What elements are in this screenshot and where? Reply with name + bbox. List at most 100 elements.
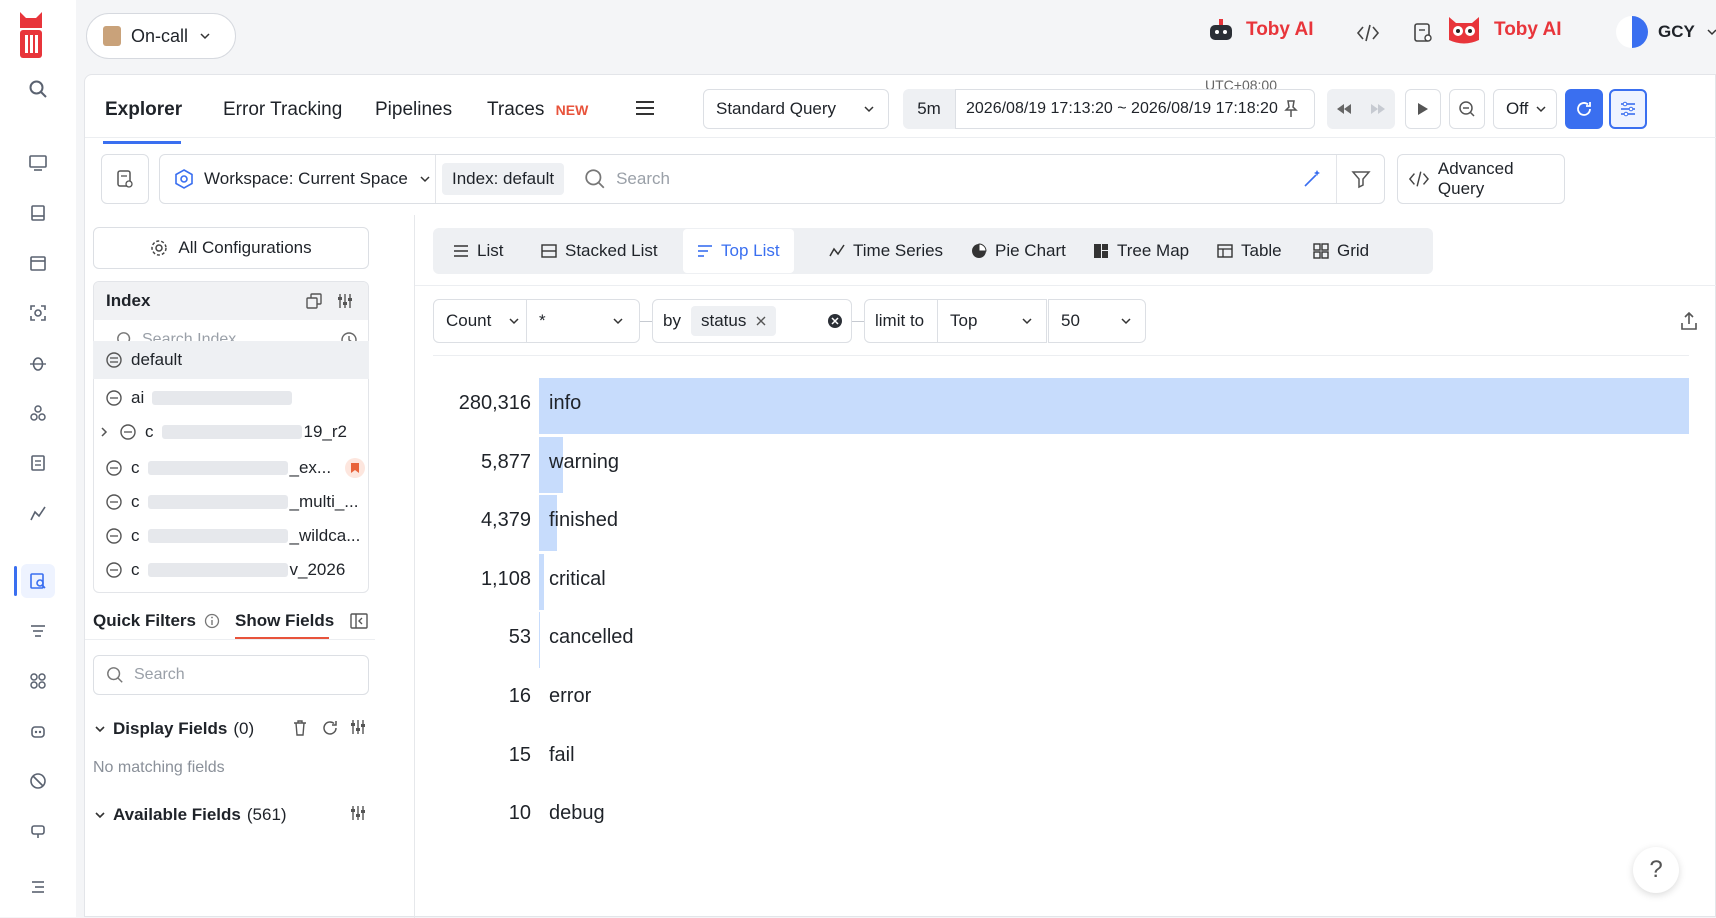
tab-traces[interactable]: Traces NEW: [487, 99, 588, 121]
index-item[interactable]: c19_r2: [93, 413, 369, 451]
time-preset[interactable]: 5m: [903, 89, 955, 129]
sliders-icon[interactable]: [336, 293, 354, 309]
book-icon[interactable]: [21, 196, 55, 230]
close-icon[interactable]: [756, 316, 766, 326]
index-item[interactable]: c_multi_...: [93, 483, 369, 521]
field-select[interactable]: *: [526, 299, 640, 343]
index-item[interactable]: ai: [93, 379, 369, 417]
integration-icon[interactable]: [21, 814, 55, 848]
cluster-icon[interactable]: [21, 396, 55, 430]
top-list-row[interactable]: 53cancelled: [433, 612, 1689, 668]
fast-forward-icon[interactable]: [1369, 102, 1387, 116]
all-configurations-button[interactable]: All Configurations: [93, 227, 369, 269]
calendar-icon[interactable]: [21, 246, 55, 280]
metrics-icon[interactable]: [21, 496, 55, 530]
top-list-row[interactable]: 1,108critical: [433, 554, 1689, 610]
sliders-icon[interactable]: [349, 719, 367, 735]
gear-icon: [150, 239, 168, 257]
aggregate-select[interactable]: Count: [433, 299, 527, 343]
filter-button[interactable]: [1336, 155, 1384, 203]
robot-icon[interactable]: [21, 714, 55, 748]
document-icon[interactable]: [21, 446, 55, 480]
available-fields-header[interactable]: Available Fields (561): [93, 805, 287, 825]
app-logo[interactable]: [16, 8, 46, 60]
redacted-text: [162, 425, 302, 439]
toby-ai-owl-button[interactable]: Toby AI: [1446, 14, 1562, 46]
top-list-row[interactable]: 16error: [433, 671, 1689, 727]
top-list-row[interactable]: 15fail: [433, 730, 1689, 786]
show-fields-tab[interactable]: Show Fields: [235, 611, 334, 631]
query-mode-select[interactable]: Standard Query: [703, 89, 889, 129]
tab-pipelines[interactable]: Pipelines: [375, 99, 452, 121]
user-menu[interactable]: GCY: [1616, 16, 1716, 48]
play-button[interactable]: [1405, 89, 1441, 129]
top-list-row[interactable]: 10debug: [433, 788, 1689, 844]
tab-explorer[interactable]: Explorer: [105, 99, 182, 121]
bookmark-icon[interactable]: [345, 458, 365, 478]
settings-button[interactable]: [1609, 89, 1647, 129]
index-item[interactable]: c_wildca...: [93, 517, 369, 555]
oncall-selector[interactable]: On-call: [86, 13, 236, 59]
chevron-right-icon[interactable]: [97, 425, 111, 439]
viz-tab-list[interactable]: List: [439, 229, 517, 273]
limit-value-select[interactable]: 50: [1048, 299, 1146, 343]
copy-icon[interactable]: [306, 293, 322, 309]
help-button[interactable]: ?: [1633, 847, 1679, 893]
workspace-select[interactable]: Workspace: Current Space: [160, 155, 436, 203]
auto-refresh-select[interactable]: Off: [1493, 89, 1557, 129]
sliders-icon[interactable]: [349, 805, 367, 821]
search-icon[interactable]: [21, 72, 55, 106]
filter-list-icon[interactable]: [21, 614, 55, 648]
index-chip[interactable]: Index: default: [442, 163, 564, 195]
collapse-panel-icon[interactable]: [349, 611, 369, 631]
code-icon[interactable]: [1356, 22, 1380, 44]
log-explorer-icon[interactable]: [21, 564, 55, 598]
viz-tab-stacked-list[interactable]: Stacked List: [527, 229, 672, 273]
export-icon[interactable]: [1679, 311, 1699, 331]
field-search-input[interactable]: Search: [93, 655, 369, 695]
scan-icon[interactable]: [21, 296, 55, 330]
advanced-query-button[interactable]: Advanced Query: [1397, 154, 1565, 204]
more-menu-icon[interactable]: [635, 99, 655, 117]
viz-tab-pie-chart[interactable]: Pie Chart: [957, 229, 1080, 273]
bug-icon[interactable]: [21, 346, 55, 380]
viz-tab-label: Grid: [1337, 241, 1369, 261]
magic-wand-icon[interactable]: [1302, 169, 1322, 189]
top-list-row[interactable]: 280,316info: [433, 378, 1689, 434]
toby-ai-button[interactable]: Toby AI: [1208, 18, 1314, 42]
notes-icon[interactable]: [1412, 22, 1434, 44]
trash-icon[interactable]: [291, 719, 309, 737]
dashboard-icon[interactable]: [21, 146, 55, 180]
apps-icon[interactable]: [21, 664, 55, 698]
index-item[interactable]: cv_2026: [93, 551, 369, 589]
viz-tab-grid[interactable]: Grid: [1299, 229, 1383, 273]
bar: [539, 554, 544, 610]
limit-order-select[interactable]: Top: [937, 299, 1047, 343]
monitor-icon[interactable]: [21, 764, 55, 798]
collapse-menu-icon[interactable]: [21, 870, 55, 904]
rewind-icon[interactable]: [1335, 102, 1353, 116]
index-icon: [105, 527, 123, 545]
refresh-button[interactable]: [1565, 89, 1603, 129]
viz-tab-table[interactable]: Table: [1203, 229, 1296, 273]
quick-filters-tab[interactable]: Quick Filters: [93, 611, 220, 631]
top-list-row[interactable]: 4,379finished: [433, 495, 1689, 551]
viz-tab-top-list[interactable]: Top List: [683, 229, 794, 273]
connector: [852, 321, 864, 322]
stacked-list-icon: [541, 244, 557, 258]
search-input[interactable]: Search: [616, 169, 1302, 189]
saved-queries-button[interactable]: [101, 154, 149, 204]
viz-tab-time-series[interactable]: Time Series: [815, 229, 957, 273]
zoom-out-button[interactable]: [1449, 89, 1485, 129]
index-item-default[interactable]: default: [93, 341, 369, 379]
display-fields-header[interactable]: Display Fields (0): [93, 719, 254, 739]
reset-icon[interactable]: [321, 719, 339, 737]
group-by-field[interactable]: by status: [652, 299, 852, 343]
top-list-row[interactable]: 5,877warning: [433, 437, 1689, 493]
pin-icon[interactable]: [1281, 99, 1301, 119]
clear-icon[interactable]: [827, 313, 843, 329]
viz-tab-tree-map[interactable]: Tree Map: [1079, 229, 1203, 273]
time-range-picker[interactable]: 2026/08/19 17:13:20 ~ 2026/08/19 17:18:2…: [955, 89, 1315, 129]
tab-error-tracking[interactable]: Error Tracking: [223, 99, 342, 121]
index-item[interactable]: c_ex...: [93, 449, 369, 487]
